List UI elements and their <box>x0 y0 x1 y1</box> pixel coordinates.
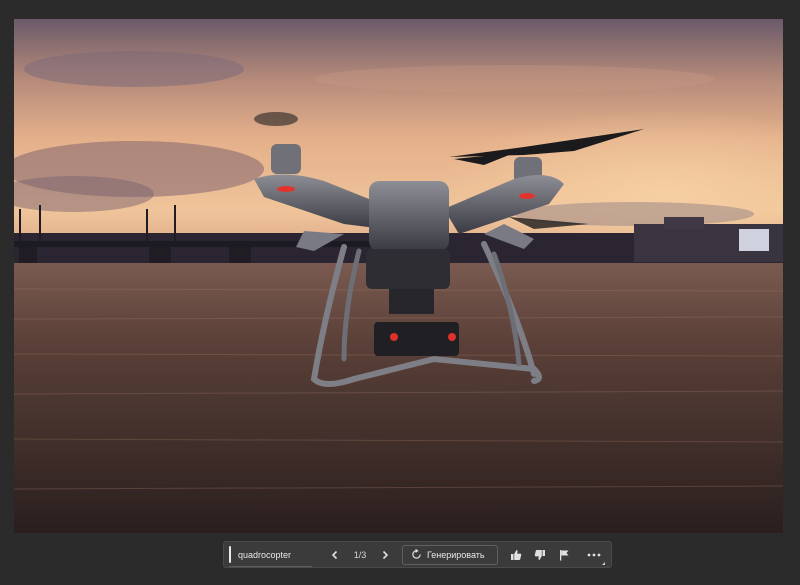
more-icon <box>587 553 601 556</box>
prompt-field-accent <box>229 546 231 563</box>
flag-icon <box>559 549 569 560</box>
previous-variation-button[interactable] <box>326 546 344 564</box>
prompt-field-underline <box>229 566 312 567</box>
like-button[interactable] <box>504 544 528 566</box>
more-menu-indicator <box>601 561 605 565</box>
generated-image-canvas <box>14 19 783 533</box>
dislike-button[interactable] <box>528 544 552 566</box>
thumbs-down-icon <box>534 549 545 560</box>
prompt-input[interactable] <box>238 546 308 563</box>
chevron-right-icon <box>382 550 389 559</box>
report-button[interactable] <box>552 544 576 566</box>
chevron-left-icon <box>331 550 338 559</box>
thumbs-up-icon <box>510 549 521 560</box>
generate-button-label: Генерировать <box>427 549 485 560</box>
drone-photo <box>14 19 783 533</box>
refresh-icon <box>412 549 421 559</box>
prompt-field[interactable] <box>229 545 312 567</box>
next-variation-button[interactable] <box>376 546 394 564</box>
generate-button[interactable]: Генерировать <box>402 544 498 565</box>
variation-counter: 1/3 <box>353 549 367 560</box>
generation-toolbar: 1/3 Генерировать <box>223 541 612 568</box>
more-options-button[interactable] <box>582 544 606 566</box>
